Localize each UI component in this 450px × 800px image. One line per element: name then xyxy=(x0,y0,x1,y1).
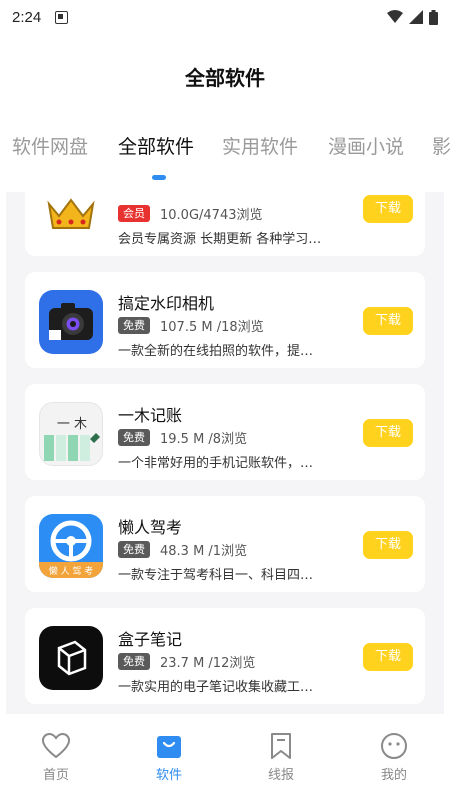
notification-icon xyxy=(55,10,69,24)
app-description: 会员专属资源 长期更新 各种学习… xyxy=(118,232,322,247)
bottom-nav: 首页 软件 线报 我的 xyxy=(0,728,450,800)
category-tabs: 软件网盘 全部软件 实用软件 漫画小说 影 xyxy=(0,132,450,172)
app-meta: 免费 107.5 M /18浏览 xyxy=(118,316,264,335)
heart-icon xyxy=(41,732,71,759)
tab-video[interactable]: 影 xyxy=(432,132,450,159)
free-badge: 免费 xyxy=(118,429,150,446)
page-title: 全部软件 xyxy=(185,66,265,90)
nav-mine[interactable]: 我的 xyxy=(354,732,434,783)
bookmark-icon xyxy=(271,733,291,759)
app-list[interactable]: 会员 10.0G/4743浏览 会员专属资源 长期更新 各种学习… 下载 搞定水… xyxy=(6,192,444,714)
download-button[interactable]: 下载 xyxy=(363,643,413,671)
signal-icon xyxy=(409,10,423,24)
app-description: 一款实用的电子笔记收集收藏工… xyxy=(118,680,314,695)
app-description: 一款专注于驾考科目一、科目四… xyxy=(118,568,314,583)
steering-wheel-icon: 懒 人 驾 考 xyxy=(39,514,103,578)
app-size-views: 107.5 M /18浏览 xyxy=(160,320,264,335)
nav-home[interactable]: 首页 xyxy=(16,732,96,783)
crown-icon xyxy=(39,192,103,242)
status-bar: 2:24 xyxy=(0,0,450,34)
app-meta: 免费 19.5 M /8浏览 xyxy=(118,428,247,447)
app-size-views: 10.0G/4743浏览 xyxy=(160,208,263,223)
list-item[interactable]: 会员 10.0G/4743浏览 会员专属资源 长期更新 各种学习… 下载 xyxy=(25,192,425,256)
download-button[interactable]: 下载 xyxy=(363,419,413,447)
nav-news[interactable]: 线报 xyxy=(241,732,321,783)
nav-label: 我的 xyxy=(380,768,407,783)
tab-utility-software[interactable]: 实用软件 xyxy=(222,132,298,159)
download-button[interactable]: 下载 xyxy=(363,307,413,335)
free-badge: 免费 xyxy=(118,541,150,558)
app-size-views: 48.3 M /1浏览 xyxy=(160,544,248,559)
nav-label: 首页 xyxy=(42,768,69,783)
list-item[interactable]: 一 木 一木记账 免费 19.5 M /8浏览 一个非常好用的手机记账软件，… … xyxy=(25,384,425,480)
app-size-views: 23.7 M /12浏览 xyxy=(160,656,256,671)
camera-icon xyxy=(39,290,103,354)
list-item[interactable]: 盒子笔记 免费 23.7 M /12浏览 一款实用的电子笔记收集收藏工… 下载 xyxy=(25,608,425,704)
bag-icon xyxy=(157,736,181,758)
app-size-views: 19.5 M /8浏览 xyxy=(160,432,248,447)
battery-icon xyxy=(429,9,438,25)
nav-label: 软件 xyxy=(155,768,182,783)
nav-label: 线报 xyxy=(267,768,294,783)
tab-comics-novels[interactable]: 漫画小说 xyxy=(328,132,404,159)
cube-icon xyxy=(39,626,103,690)
app-meta: 免费 48.3 M /1浏览 xyxy=(118,540,247,559)
download-button[interactable]: 下载 xyxy=(363,195,413,223)
status-time: 2:24 xyxy=(12,8,42,26)
free-badge: 免费 xyxy=(118,317,150,334)
nav-software[interactable]: 软件 xyxy=(129,732,209,783)
app-name: 盒子笔记 xyxy=(118,630,183,649)
vip-badge: 会员 xyxy=(118,205,150,222)
app-meta: 免费 23.7 M /12浏览 xyxy=(118,652,255,671)
list-item[interactable]: 懒 人 驾 考 懒人驾考 免费 48.3 M /1浏览 一款专注于驾考科目一、科… xyxy=(25,496,425,592)
app-name: 一木记账 xyxy=(118,406,183,425)
status-icons xyxy=(387,9,438,25)
smile-icon xyxy=(381,733,407,759)
tab-all-software[interactable]: 全部软件 xyxy=(118,132,194,159)
wifi-icon xyxy=(387,10,403,23)
app-name: 懒人驾考 xyxy=(118,518,183,537)
app-name: 搞定水印相机 xyxy=(118,294,215,313)
tab-indicator xyxy=(152,175,166,180)
app-description: 一款全新的在线拍照的软件，提… xyxy=(118,344,314,359)
app-meta: 会员 10.0G/4743浏览 xyxy=(118,204,262,223)
download-button[interactable]: 下载 xyxy=(363,531,413,559)
notebook-icon: 一 木 xyxy=(39,402,103,466)
app-description: 一个非常好用的手机记账软件，… xyxy=(118,456,314,471)
free-badge: 免费 xyxy=(118,653,150,670)
list-item[interactable]: 搞定水印相机 免费 107.5 M /18浏览 一款全新的在线拍照的软件，提… … xyxy=(25,272,425,368)
tab-software-cloud[interactable]: 软件网盘 xyxy=(12,132,88,159)
icon-text: 懒 人 驾 考 xyxy=(48,567,94,577)
